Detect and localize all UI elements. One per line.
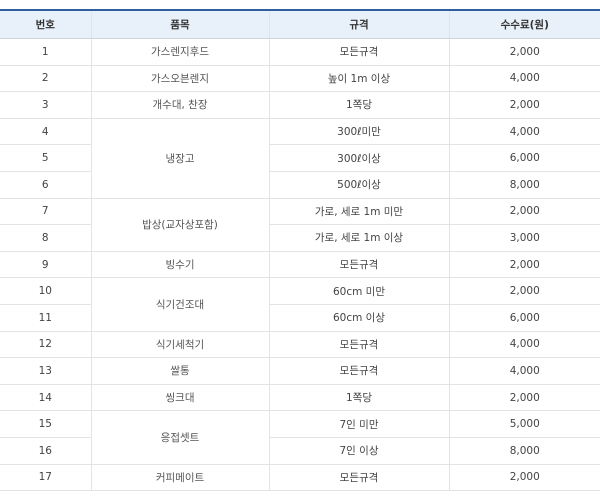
cell-item: 응접셋트 (90, 410, 269, 465)
cell-fee: 4,000 (448, 65, 600, 93)
cell-number: 4 (0, 118, 91, 146)
cell-fee: 4,000 (448, 118, 600, 146)
cell-item: 식기건조대 (90, 277, 269, 332)
table-row: 2 가스오븐렌지 높이 1m 이상 4,000 (0, 65, 600, 93)
fee-table: 번호 품목 규격 수수료(원) 1 가스렌지후드 모든규격 2,000 2 가스… (0, 9, 600, 492)
cell-spec: 300ℓ이상 (268, 144, 449, 172)
table-row: 11 60cm 이상 6,000 (0, 304, 600, 332)
cell-number: 14 (0, 384, 91, 412)
cell-fee: 4,000 (448, 331, 600, 359)
cell-spec: 모든규격 (268, 38, 449, 66)
cell-fee: 5,000 (448, 410, 600, 438)
cell-item: 씽크대 (90, 384, 269, 412)
cell-spec: 가로, 세로 1m 이상 (268, 224, 449, 252)
cell-spec: 1쪽당 (268, 384, 449, 412)
cell-item: 빙수기 (90, 251, 269, 279)
cell-item: 쌀통 (90, 357, 269, 385)
cell-number: 11 (0, 304, 91, 332)
cell-fee: 2,000 (448, 277, 600, 305)
table-body: 1 가스렌지후드 모든규격 2,000 2 가스오븐렌지 높이 1m 이상 4,… (0, 38, 600, 492)
cell-number: 15 (0, 410, 91, 438)
cell-fee: 2,000 (448, 251, 600, 279)
cell-fee: 4,000 (448, 357, 600, 385)
table-row: 17 커피메이트 모든규격 2,000 (0, 464, 600, 492)
cell-item: 개수대, 찬장 (90, 91, 269, 119)
header-spec: 규격 (268, 9, 449, 39)
cell-number: 10 (0, 277, 91, 305)
table-row: 10 식기건조대 60cm 미만 2,000 (0, 277, 600, 332)
cell-spec: 7인 이상 (268, 437, 449, 465)
cell-fee: 2,000 (448, 464, 600, 492)
cell-spec: 모든규격 (268, 464, 449, 492)
table-row: 7 밥상(교자상포함) 가로, 세로 1m 미만 2,000 (0, 198, 600, 252)
table-row: 15 응접셋트 7인 미만 5,000 (0, 410, 600, 465)
cell-spec: 60cm 미만 (268, 277, 449, 305)
table-header: 번호 품목 규격 수수료(원) (0, 9, 600, 39)
header-item: 품목 (90, 9, 269, 39)
cell-number: 6 (0, 171, 91, 199)
cell-number: 7 (0, 198, 91, 226)
cell-number: 16 (0, 437, 91, 465)
cell-number: 9 (0, 251, 91, 279)
cell-fee: 8,000 (448, 171, 600, 199)
cell-item: 가스렌지후드 (90, 38, 269, 66)
cell-item: 냉장고 (90, 118, 269, 199)
table-row: 13 쌀통 모든규격 4,000 (0, 357, 600, 385)
table-row: 6 500ℓ이상 8,000 (0, 171, 600, 199)
cell-item: 밥상(교자상포함) (90, 198, 269, 252)
table-row: 4 냉장고 300ℓ미만 4,000 (0, 118, 600, 199)
cell-spec: 60cm 이상 (268, 304, 449, 332)
cell-item: 식기세척기 (90, 331, 269, 359)
cell-spec: 1쪽당 (268, 91, 449, 119)
cell-number: 2 (0, 65, 91, 93)
cell-fee: 2,000 (448, 384, 600, 412)
table-row: 8 가로, 세로 1m 이상 3,000 (0, 224, 600, 252)
header-row: 번호 품목 규격 수수료(원) (0, 9, 600, 39)
table-row: 14 씽크대 1쪽당 2,000 (0, 384, 600, 412)
cell-fee: 6,000 (448, 144, 600, 172)
cell-number: 8 (0, 224, 91, 252)
table-row: 12 식기세척기 모든규격 4,000 (0, 331, 600, 359)
table-row: 16 7인 이상 8,000 (0, 437, 600, 465)
cell-number: 12 (0, 331, 91, 359)
cell-spec: 모든규격 (268, 331, 449, 359)
cell-number: 13 (0, 357, 91, 385)
cell-spec: 7인 미만 (268, 410, 449, 438)
cell-spec: 500ℓ이상 (268, 171, 449, 199)
cell-spec: 300ℓ미만 (268, 118, 449, 146)
cell-item: 가스오븐렌지 (90, 65, 269, 93)
cell-fee: 2,000 (448, 91, 600, 119)
cell-fee: 2,000 (448, 198, 600, 226)
cell-fee: 3,000 (448, 224, 600, 252)
cell-spec: 모든규격 (268, 251, 449, 279)
cell-fee: 6,000 (448, 304, 600, 332)
table-row: 3 개수대, 찬장 1쪽당 2,000 (0, 91, 600, 119)
cell-number: 1 (0, 38, 91, 66)
cell-number: 5 (0, 144, 91, 172)
cell-item: 커피메이트 (90, 464, 269, 492)
table-row: 5 300ℓ이상 6,000 (0, 144, 600, 172)
cell-spec: 높이 1m 이상 (268, 65, 449, 93)
cell-number: 17 (0, 464, 91, 492)
header-number: 번호 (0, 9, 91, 39)
cell-number: 3 (0, 91, 91, 119)
table-row: 9 빙수기 모든규격 2,000 (0, 251, 600, 279)
table-row: 1 가스렌지후드 모든규격 2,000 (0, 38, 600, 66)
header-fee: 수수료(원) (448, 9, 600, 39)
cell-spec: 모든규격 (268, 357, 449, 385)
cell-spec: 가로, 세로 1m 미만 (268, 198, 449, 226)
cell-fee: 2,000 (448, 38, 600, 66)
cell-fee: 8,000 (448, 437, 600, 465)
